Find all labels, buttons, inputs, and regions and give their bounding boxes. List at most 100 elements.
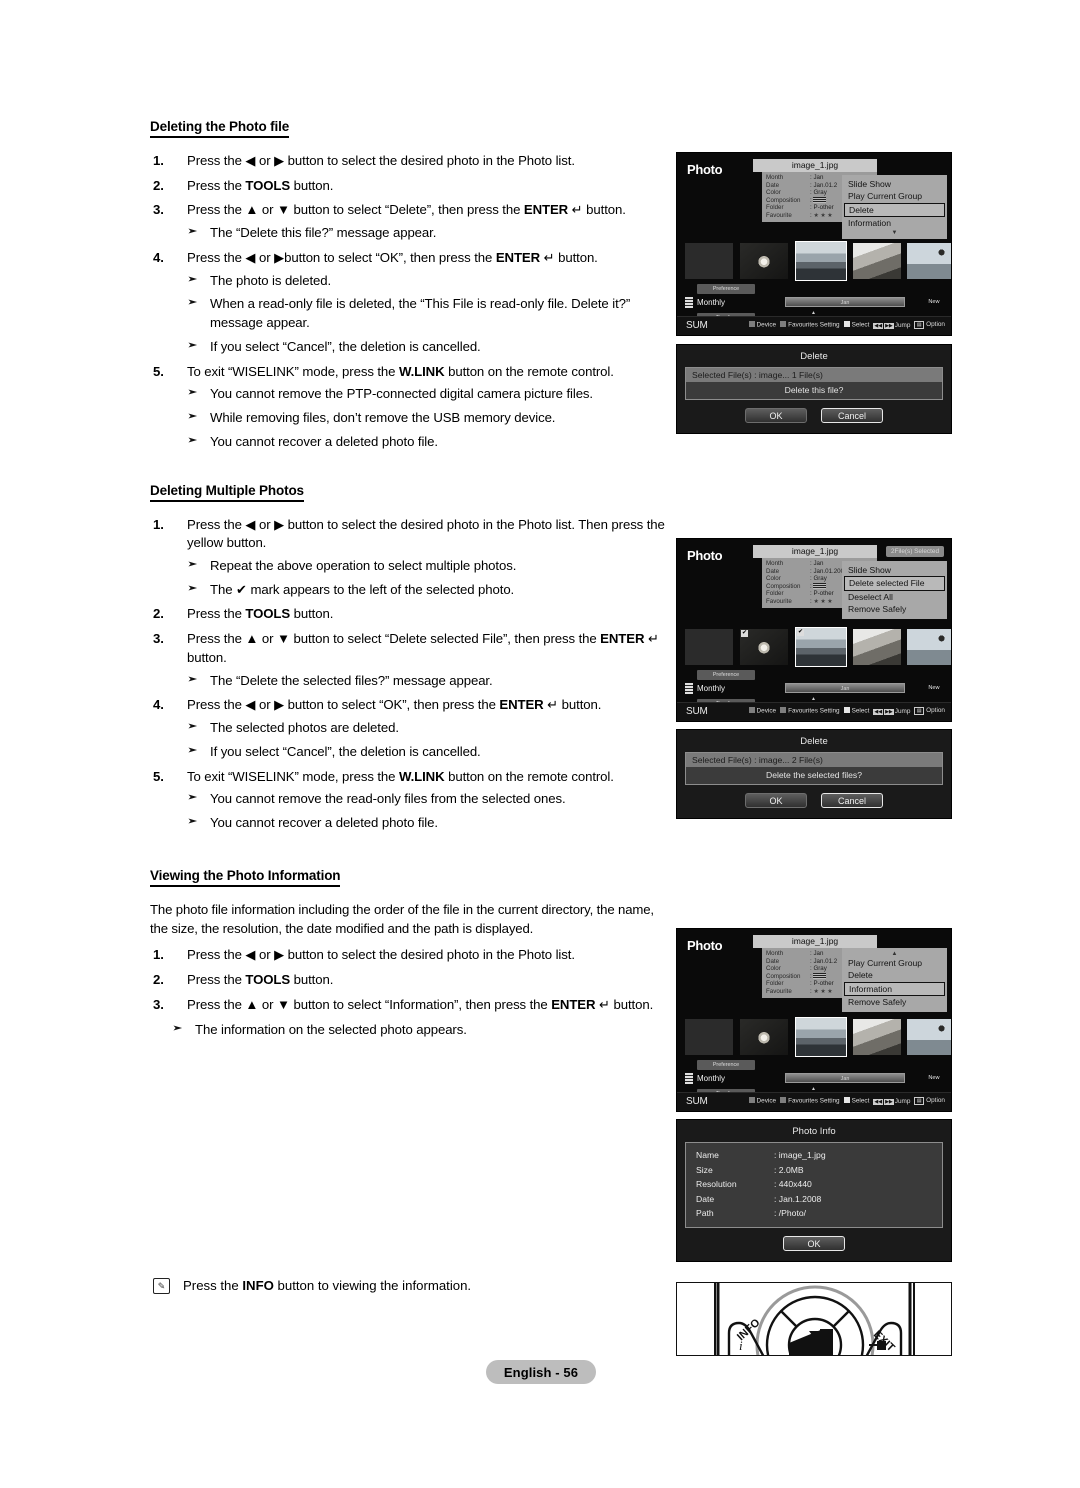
thumbnail-item-current[interactable]: ✔ <box>795 627 847 667</box>
menu-item-selected[interactable]: Delete <box>844 202 945 218</box>
thumbnail-item-current[interactable] <box>795 241 847 281</box>
section-3: Viewing the Photo Information The photo f… <box>150 867 675 1039</box>
menu-item[interactable]: Remove Safely <box>842 996 947 1008</box>
info-key: Month <box>766 950 784 957</box>
tv-delete-multiple[interactable]: Photo image_1.jpg Month: Jan Date: Jan.01.2… <box>676 538 952 722</box>
key-hint: Select <box>843 321 869 329</box>
thumbnail-image <box>853 243 901 279</box>
thumbnail-item[interactable] <box>740 1019 788 1055</box>
menu-item[interactable]: Slide Show <box>842 564 947 576</box>
dialog-photo-info[interactable]: Photo Info Name: image_1.jpg Size: 2.0MB Re… <box>676 1119 952 1262</box>
thumbnail-item[interactable] <box>853 1019 901 1055</box>
thumbnail-item-current[interactable] <box>795 1017 847 1057</box>
thumbnail-item[interactable] <box>685 243 733 279</box>
key-hint: ▤ Option <box>914 707 945 715</box>
info-key: Color <box>766 965 781 973</box>
info-key: Favourite <box>766 211 792 219</box>
composition-icon <box>813 196 827 203</box>
step-sub-list: The “Delete the selected files?” message… <box>187 672 675 691</box>
ok-button[interactable]: OK <box>783 1235 845 1251</box>
month-progress-bar[interactable]: Jan <box>785 683 905 693</box>
thumbnail-strip[interactable] <box>685 241 951 281</box>
cancel-button[interactable]: Cancel <box>821 408 883 423</box>
thumbnail-item[interactable]: ✔ <box>740 629 788 665</box>
tv-filename: image_1.jpg <box>753 545 877 558</box>
ok-button[interactable]: OK <box>745 793 807 808</box>
step-text: Press the ◀ or ▶ button to select the de… <box>187 153 575 168</box>
favourite-stars-icon: ★★★ <box>813 598 835 605</box>
menu-item[interactable]: Play Current Group <box>842 957 947 969</box>
key-hint-label: Device <box>756 1097 777 1105</box>
key-hint-label: Option <box>926 321 945 328</box>
menu-item-selected[interactable]: Information <box>844 981 945 997</box>
tv-context-menu[interactable]: Slide Show Delete selected File Deselect A… <box>842 561 947 619</box>
step-number: 4. <box>153 249 164 265</box>
tv-delete-photo[interactable]: Photo image_1.jpg Month: Jan Date: Jan.01.2… <box>676 152 952 336</box>
monthly-row[interactable]: Monthly Jan New <box>685 1072 947 1085</box>
info-value: : Jan.01.2 <box>810 957 838 965</box>
key-hint: Favourites Setting <box>780 707 840 715</box>
step-sub-item: You cannot recover a deleted photo file. <box>187 814 675 833</box>
option-icon: ▤ <box>914 1097 925 1105</box>
info-key: Composition <box>766 582 801 590</box>
dialog-buttons: OK Cancel <box>685 408 943 423</box>
menu-item-selected[interactable]: Delete selected File <box>844 576 945 591</box>
key-hint: Favourites Setting <box>780 321 840 329</box>
section-sub-item: The information on the selected photo ap… <box>172 1021 675 1040</box>
step-number: 2. <box>153 606 164 622</box>
dialog-delete-multiple[interactable]: Delete Selected File(s) : image... 2 File… <box>676 729 952 819</box>
thumbnail-image <box>907 1019 951 1055</box>
menu-item[interactable]: Remove Safely <box>842 603 947 615</box>
photo-info-row: Name: image_1.jpg <box>696 1148 932 1163</box>
thumbnail-item[interactable] <box>740 243 788 279</box>
photo-info-key: Path <box>696 1208 714 1218</box>
preference-tab[interactable]: Preference <box>697 284 755 294</box>
step-sub-list: You cannot remove the read-only files fr… <box>187 790 675 832</box>
tv-context-menu[interactable]: ▲ Play Current Group Delete Information Remo… <box>842 948 947 1012</box>
thumbnail-image <box>685 629 733 665</box>
thumbnail-image <box>796 1018 846 1056</box>
sum-label: SUM <box>686 706 708 717</box>
cancel-button[interactable]: Cancel <box>821 793 883 808</box>
info-value: : Jan.01.2 <box>810 181 838 189</box>
ok-button[interactable]: OK <box>745 408 807 423</box>
composition-icon <box>813 972 827 979</box>
thumbnail-strip[interactable]: ✔ ✔ <box>685 627 951 667</box>
monthly-row[interactable]: Monthly Jan New <box>685 296 947 309</box>
tv-context-menu[interactable]: Slide Show Play Current Group Delete Inform… <box>842 175 947 239</box>
thumbnail-item[interactable] <box>907 243 951 279</box>
step-text: Press the ◀ or ▶ button to select the de… <box>187 947 575 963</box>
thumbnail-item[interactable] <box>685 629 733 665</box>
menu-item[interactable]: Delete <box>842 969 947 981</box>
thumbnail-item[interactable] <box>685 1019 733 1055</box>
month-progress-bar[interactable]: Jan <box>785 297 905 307</box>
step-number: 5. <box>153 768 164 784</box>
preference-tab[interactable]: Preference <box>697 670 755 680</box>
section-heading: Viewing the Photo Information <box>150 868 341 887</box>
thumbnail-item[interactable] <box>853 629 901 665</box>
monthly-row[interactable]: Monthly Jan New <box>685 682 947 695</box>
info-note: ✎ Press the INFO button to viewing the i… <box>150 1277 690 1295</box>
thumbnail-image <box>685 1019 733 1055</box>
dialog-delete-single[interactable]: Delete Selected File(s) : image... 1 File… <box>676 344 952 434</box>
step-text: Press the ◀ or ▶ button to select the de… <box>187 516 665 551</box>
info-value: : ★★★ <box>810 597 835 605</box>
menu-item[interactable]: Play Current Group <box>842 190 947 202</box>
preference-tab[interactable]: Preference <box>697 1060 755 1070</box>
menu-item[interactable]: Deselect All <box>842 591 947 603</box>
info-value: : Gray <box>810 965 827 973</box>
thumbnail-item[interactable] <box>907 629 951 665</box>
month-progress-bar[interactable]: Jan <box>785 1073 905 1083</box>
step-text: Press the TOOLS button. <box>187 972 334 988</box>
thumbnail-strip[interactable] <box>685 1017 951 1057</box>
menu-item[interactable]: Slide Show <box>842 178 947 190</box>
remote-control-diagram: INFO i EXIT <box>676 1282 952 1356</box>
thumbnail-item[interactable] <box>853 243 901 279</box>
key-hint-label: Option <box>926 1097 945 1104</box>
thumbnail-item[interactable] <box>907 1019 951 1055</box>
tv-photo-information[interactable]: Photo image_1.jpg Month: Jan Date: Jan.01.2… <box>676 928 952 1112</box>
caret-down-icon[interactable]: ▼ <box>842 230 947 236</box>
step-sub-item: The selected photos are deleted. <box>187 719 675 738</box>
menu-item[interactable]: Information <box>842 217 947 229</box>
info-key: Folder <box>766 980 784 988</box>
